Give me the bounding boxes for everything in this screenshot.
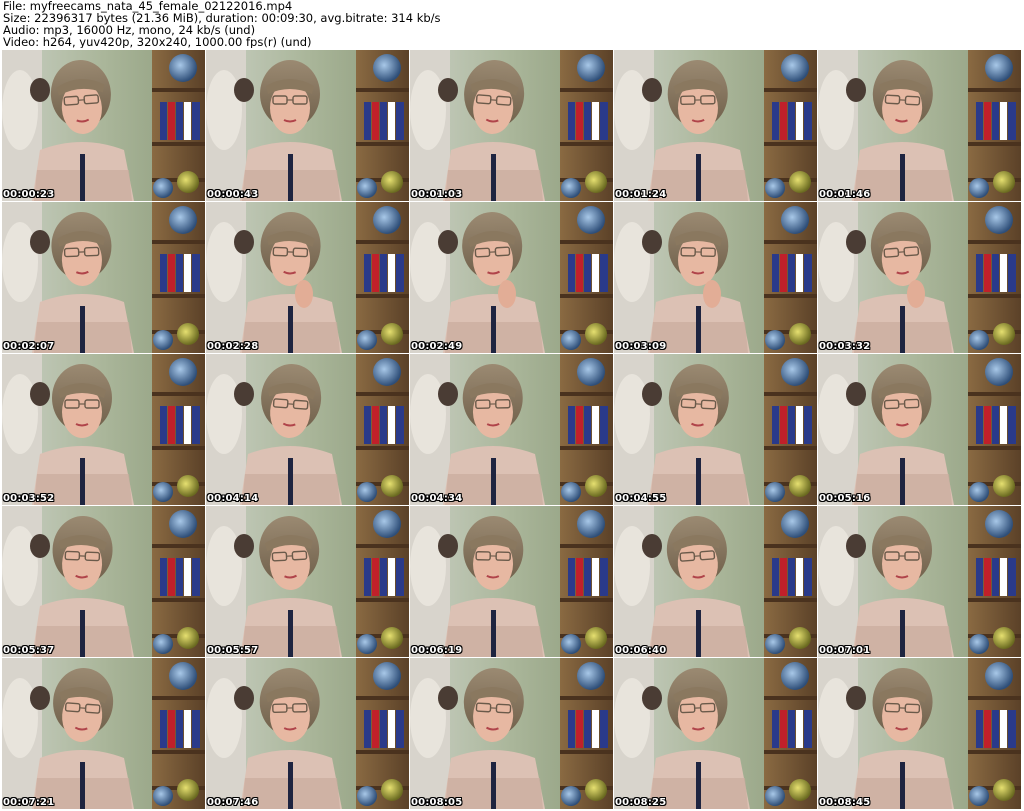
thumbnail-timestamp: 00:05:57: [207, 645, 259, 656]
video-thumbnail: 00:01:46: [818, 50, 1021, 201]
thumbnail-timestamp: 00:06:40: [615, 645, 667, 656]
webcam-frame-image: [818, 202, 1021, 353]
video-thumbnail: 00:03:32: [818, 202, 1021, 353]
webcam-frame-image: [2, 202, 205, 353]
thumbnail-timestamp: 00:08:25: [615, 797, 667, 808]
video-thumbnail: 00:07:46: [206, 658, 409, 809]
thumbnail-timestamp: 00:00:43: [207, 189, 259, 200]
webcam-frame-image: [614, 202, 817, 353]
webcam-frame-image: [410, 658, 613, 809]
video-thumbnail: 00:04:34: [410, 354, 613, 505]
webcam-frame-image: [206, 658, 409, 809]
video-info-line: Video: h264, yuv420p, 320x240, 1000.00 f…: [3, 35, 312, 48]
thumbnail-timestamp: 00:07:01: [819, 645, 871, 656]
thumbnail-timestamp: 00:08:05: [411, 797, 463, 808]
webcam-frame-image: [206, 50, 409, 201]
video-thumbnail: 00:05:16: [818, 354, 1021, 505]
webcam-frame-image: [410, 50, 613, 201]
thumbnail-timestamp: 00:01:03: [411, 189, 463, 200]
video-thumbnail: 00:02:49: [410, 202, 613, 353]
webcam-frame-image: [206, 202, 409, 353]
video-thumbnail: 00:07:01: [818, 506, 1021, 657]
thumbnail-timestamp: 00:01:46: [819, 189, 871, 200]
webcam-frame-image: [410, 202, 613, 353]
video-thumbnail: 00:01:24: [614, 50, 817, 201]
thumbnail-timestamp: 00:01:24: [615, 189, 667, 200]
thumbnail-timestamp: 00:04:55: [615, 493, 667, 504]
video-thumbnail: 00:03:52: [2, 354, 205, 505]
webcam-frame-image: [614, 354, 817, 505]
webcam-frame-image: [2, 50, 205, 201]
video-thumbnail: 00:01:03: [410, 50, 613, 201]
webcam-frame-image: [818, 354, 1021, 505]
webcam-frame-image: [206, 506, 409, 657]
thumbnail-timestamp: 00:03:32: [819, 341, 871, 352]
video-thumbnail: 00:06:19: [410, 506, 613, 657]
webcam-frame-image: [2, 658, 205, 809]
thumbnail-timestamp: 00:07:46: [207, 797, 259, 808]
thumbnail-timestamp: 00:04:34: [411, 493, 463, 504]
thumbnail-timestamp: 00:02:07: [3, 341, 55, 352]
video-thumbnail: 00:00:23: [2, 50, 205, 201]
webcam-frame-image: [206, 354, 409, 505]
thumbnail-timestamp: 00:02:28: [207, 341, 259, 352]
thumbnail-timestamp: 00:05:37: [3, 645, 55, 656]
video-thumbnail: 00:04:14: [206, 354, 409, 505]
video-thumbnail: 00:06:40: [614, 506, 817, 657]
webcam-frame-image: [818, 506, 1021, 657]
webcam-frame-image: [2, 354, 205, 505]
thumbnail-timestamp: 00:06:19: [411, 645, 463, 656]
thumbnail-timestamp: 00:00:23: [3, 189, 55, 200]
webcam-frame-image: [614, 658, 817, 809]
thumbnail-timestamp: 00:05:16: [819, 493, 871, 504]
video-thumbnail: 00:05:57: [206, 506, 409, 657]
thumbnail-timestamp: 00:07:21: [3, 797, 55, 808]
video-thumbnail: 00:00:43: [206, 50, 409, 201]
video-thumbnail: 00:04:55: [614, 354, 817, 505]
video-thumbnail: 00:03:09: [614, 202, 817, 353]
file-info-header: File: myfreecams_nata_45_female_02122016…: [3, 0, 1021, 48]
video-thumbnail: 00:08:45: [818, 658, 1021, 809]
thumbnail-timestamp: 00:03:52: [3, 493, 55, 504]
video-thumbnail: 00:02:28: [206, 202, 409, 353]
video-thumbnail: 00:02:07: [2, 202, 205, 353]
video-thumbnail: 00:08:25: [614, 658, 817, 809]
video-thumbnail: 00:08:05: [410, 658, 613, 809]
webcam-frame-image: [2, 506, 205, 657]
webcam-frame-image: [818, 658, 1021, 809]
webcam-frame-image: [818, 50, 1021, 201]
video-thumbnail: 00:05:37: [2, 506, 205, 657]
thumbnail-timestamp: 00:04:14: [207, 493, 259, 504]
thumbnail-timestamp: 00:08:45: [819, 797, 871, 808]
thumbnail-grid: 00:00:23 00:00:43 00:01:03 00:01:24 00:0…: [2, 50, 1022, 810]
webcam-frame-image: [614, 50, 817, 201]
thumbnail-timestamp: 00:03:09: [615, 341, 667, 352]
webcam-frame-image: [410, 354, 613, 505]
webcam-frame-image: [410, 506, 613, 657]
video-thumbnail: 00:07:21: [2, 658, 205, 809]
thumbnail-timestamp: 00:02:49: [411, 341, 463, 352]
webcam-frame-image: [614, 506, 817, 657]
